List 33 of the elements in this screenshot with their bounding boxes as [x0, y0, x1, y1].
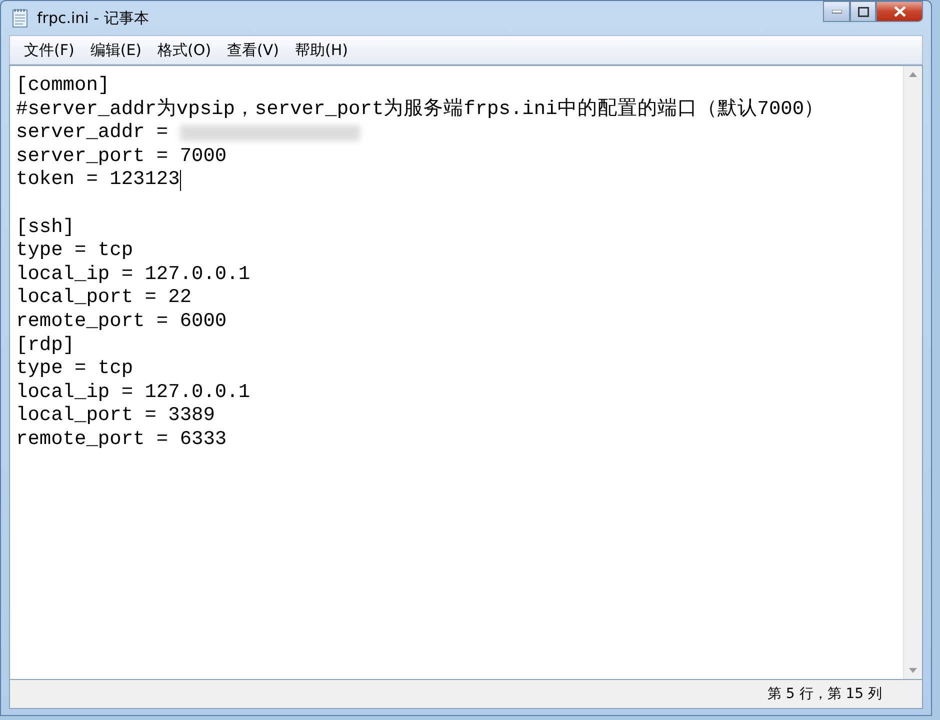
text-line: #server_addr为vpsip，server_port为服务端frps.ini中的配置的端口（默认7000） — [16, 98, 824, 122]
maximize-button[interactable] — [850, 1, 876, 22]
text-line: local_port = 22 — [16, 286, 192, 310]
text-line: server_addr = — [16, 121, 170, 145]
text-line: [common] — [16, 74, 110, 98]
text-line: local_ip = 127.0.0.1 — [16, 262, 250, 286]
scroll-up-icon — [909, 72, 917, 77]
text-line: server_port = 7000 — [16, 144, 227, 168]
text-line: local_ip = 127.0.0.1 — [16, 380, 250, 404]
close-icon — [894, 6, 906, 17]
notepad-icon — [11, 8, 29, 28]
text-line: local_port = 3389 — [16, 404, 215, 428]
window-title: frpc.ini - 记事本 — [37, 8, 150, 28]
text-line: token = 123123 — [16, 168, 180, 192]
text-line: remote_port = 6000 — [16, 310, 227, 334]
maximize-icon — [858, 6, 868, 16]
menu-item[interactable]: 文件(F) — [16, 40, 82, 60]
cursor-position: 第 5 行，第 15 列 — [767, 685, 882, 703]
text-line: type = tcp — [16, 357, 134, 381]
text-line: [rdp] — [16, 334, 75, 358]
menu-item[interactable]: 格式(O) — [150, 40, 220, 60]
menu-item[interactable]: 帮助(H) — [287, 40, 356, 60]
minimize-icon — [832, 10, 842, 14]
menu-item[interactable]: 查看(V) — [219, 40, 288, 60]
vertical-scrollbar[interactable] — [903, 66, 922, 679]
text-line: type = tcp — [16, 239, 134, 263]
scroll-down-icon — [909, 668, 917, 673]
minimize-button[interactable] — [823, 1, 850, 22]
menu-item[interactable]: 编辑(E) — [82, 40, 150, 60]
text-line: remote_port = 6333 — [16, 428, 227, 452]
text-cursor — [180, 170, 181, 191]
text-line: [ssh] — [16, 216, 75, 240]
close-button[interactable] — [876, 1, 923, 22]
